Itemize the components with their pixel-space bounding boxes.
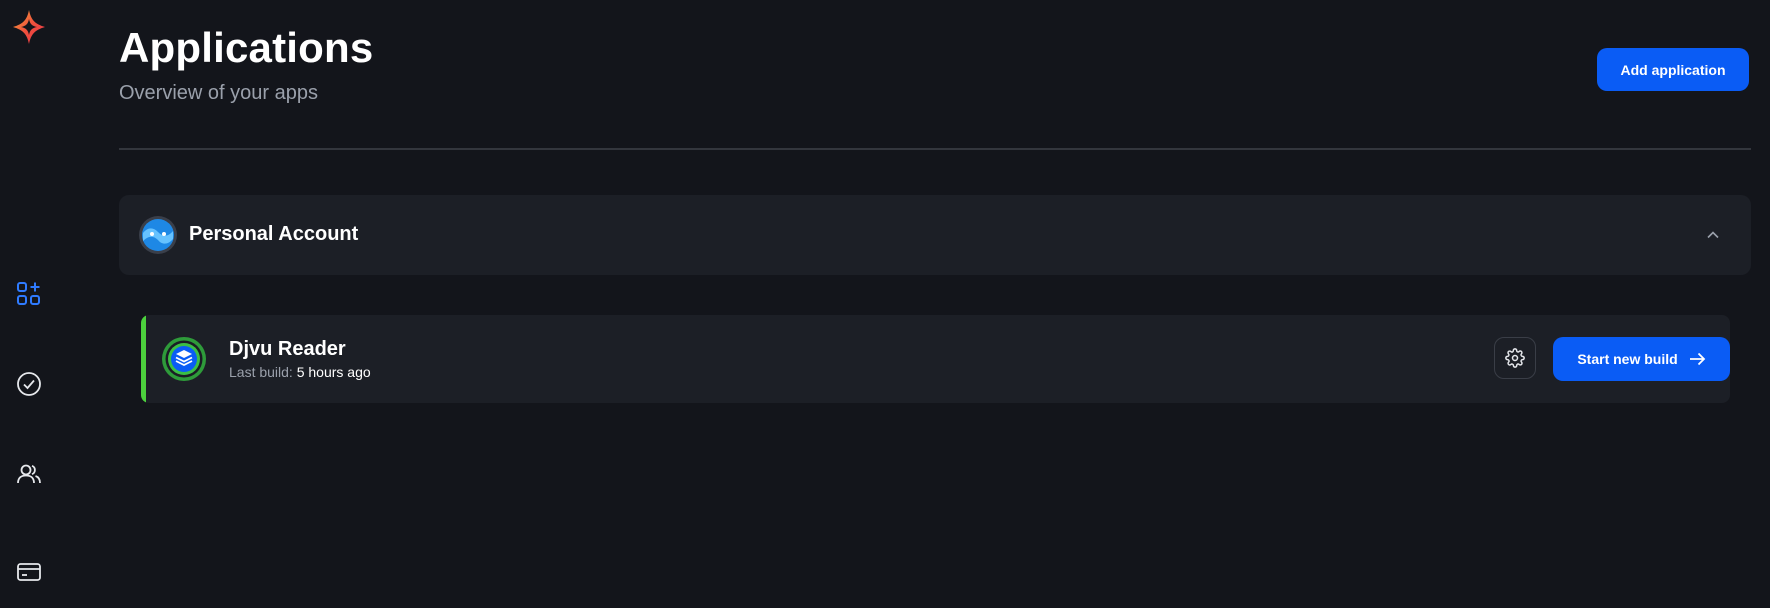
nav-billing-card-icon[interactable] xyxy=(12,555,46,589)
account-name: Personal Account xyxy=(189,223,359,245)
nav-users-icon[interactable] xyxy=(12,457,46,491)
account-section-header[interactable]: Personal Account xyxy=(119,195,1751,275)
app-name[interactable]: Djvu Reader xyxy=(229,338,346,361)
nav-apps-icon[interactable] xyxy=(12,277,46,311)
chevron-up-icon[interactable] xyxy=(1699,221,1727,249)
nav-check-circle-icon[interactable] xyxy=(12,367,46,401)
arrow-right-icon xyxy=(1689,352,1705,366)
app-status-indicator xyxy=(141,315,146,403)
layers-app-icon xyxy=(161,336,207,382)
sidebar xyxy=(0,0,58,608)
gear-icon xyxy=(1505,348,1525,368)
app-last-build: Last build: 5 hours ago xyxy=(229,364,371,380)
sparkle-logo-icon[interactable] xyxy=(10,8,48,46)
last-build-label: Last build: xyxy=(229,364,293,380)
account-avatar-icon xyxy=(138,215,178,255)
last-build-value: 5 hours ago xyxy=(296,364,371,380)
page-title: Applications xyxy=(119,24,374,71)
add-application-button[interactable]: Add application xyxy=(1597,48,1749,91)
header-divider xyxy=(119,148,1751,150)
app-card[interactable]: Djvu Reader Last build: 5 hours ago Star… xyxy=(141,315,1730,403)
app-settings-button[interactable] xyxy=(1494,337,1536,379)
start-new-build-button[interactable]: Start new build xyxy=(1553,337,1730,381)
page-subtitle: Overview of your apps xyxy=(119,82,318,104)
start-new-build-label: Start new build xyxy=(1577,351,1678,367)
